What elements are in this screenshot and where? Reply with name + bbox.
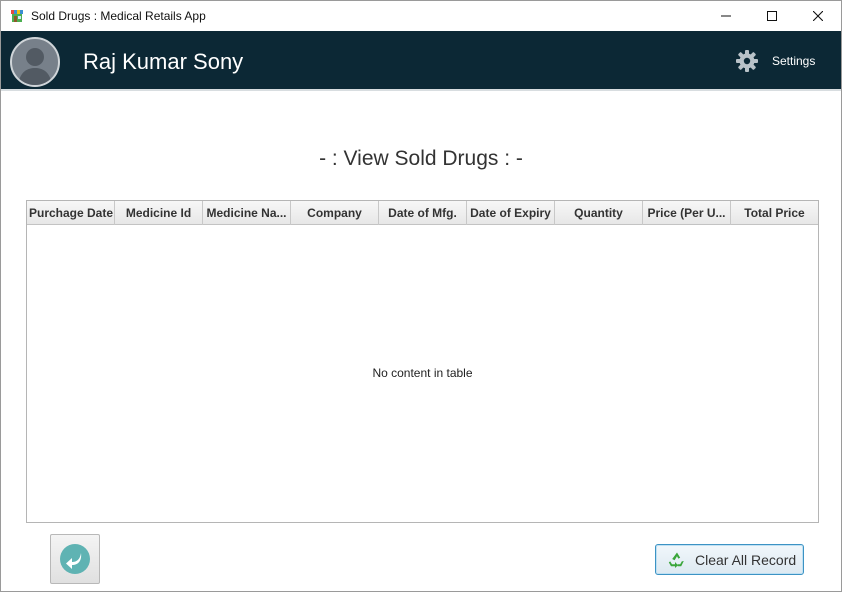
maximize-button[interactable]	[749, 1, 795, 31]
app-store-icon	[10, 9, 24, 23]
column-header-medicine-id[interactable]: Medicine Id	[115, 201, 203, 225]
title-bar[interactable]: Sold Drugs : Medical Retails App	[1, 1, 841, 31]
app-window: Sold Drugs : Medical Retails App Raj Kum…	[0, 0, 842, 592]
clear-all-record-button[interactable]: Clear All Record	[655, 544, 804, 575]
column-header-price-per-unit[interactable]: Price (Per U...	[643, 201, 731, 225]
window-title: Sold Drugs : Medical Retails App	[31, 9, 206, 23]
sold-drugs-table[interactable]: Purchage Date Medicine Id Medicine Na...…	[26, 200, 819, 523]
minimize-button[interactable]	[703, 1, 749, 31]
app-header: Raj Kumar Sony Settings	[1, 31, 841, 91]
column-header-total-price[interactable]: Total Price	[731, 201, 818, 225]
maximize-icon	[767, 11, 777, 21]
page-title: - : View Sold Drugs : -	[319, 147, 523, 170]
recycle-icon	[668, 552, 684, 568]
clear-all-record-label: Clear All Record	[695, 551, 797, 568]
settings-button[interactable]: Settings	[735, 49, 815, 73]
back-button[interactable]	[50, 534, 100, 584]
settings-label: Settings	[772, 54, 816, 68]
user-name: Raj Kumar Sony	[83, 49, 244, 74]
back-arrow-icon	[60, 544, 90, 574]
minimize-icon	[721, 15, 731, 17]
table-header: Purchage Date Medicine Id Medicine Na...…	[27, 201, 818, 225]
user-avatar-icon	[18, 48, 52, 85]
avatar[interactable]	[10, 37, 60, 87]
table-empty-message: No content in table	[372, 366, 473, 380]
close-icon	[813, 11, 823, 21]
column-header-purchage-date[interactable]: Purchage Date	[27, 201, 115, 225]
close-button[interactable]	[795, 1, 841, 31]
column-header-medicine-name[interactable]: Medicine Na...	[203, 201, 291, 225]
column-header-quantity[interactable]: Quantity	[555, 201, 643, 225]
column-header-date-of-expiry[interactable]: Date of Expiry	[467, 201, 555, 225]
column-header-company[interactable]: Company	[291, 201, 379, 225]
column-header-date-of-mfg[interactable]: Date of Mfg.	[379, 201, 467, 225]
gear-icon	[736, 50, 758, 72]
